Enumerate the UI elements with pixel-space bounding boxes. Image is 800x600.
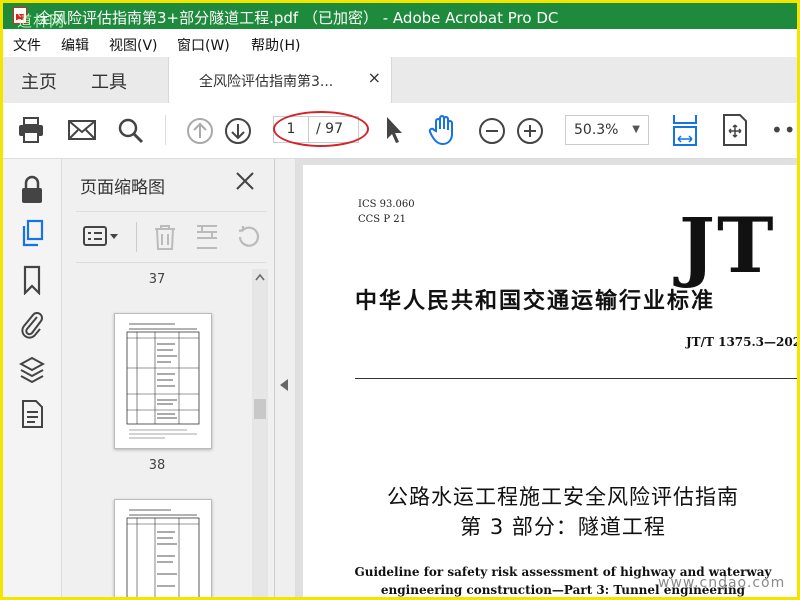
panel-title: 页面缩略图 [80,178,165,198]
toolbar: 1 / 97 50.3% ▼ •• [3,103,797,159]
ics-code: ICS 93.060 [358,199,415,210]
page-thumbnails-icon[interactable] [19,219,45,249]
header-rule [355,378,797,379]
thumbnail-label-37: 37 [148,272,166,287]
menu-bar: 文件 编辑 视图(V) 窗口(W) 帮助(H) [3,29,797,57]
toolbar-separator [165,115,166,145]
attachment-icon[interactable] [19,309,45,341]
collapse-panel-strip[interactable] [275,159,296,597]
bookmark-icon[interactable] [19,265,45,295]
document-view[interactable]: ICS 93.060 CCS P 21 JT 中华人民共和国交通运输行业标准 J… [296,159,800,597]
options-menu-icon[interactable] [82,224,122,250]
next-page-icon[interactable] [224,117,252,145]
collapse-arrow-icon[interactable] [280,379,288,391]
national-standard-title: 中华人民共和国交通运输行业标准 [355,288,716,314]
tab-document[interactable]: 全风险评估指南第3... × [168,57,392,103]
page-thumbnail-39[interactable] [114,499,212,597]
zoom-in-icon[interactable] [516,117,544,145]
document-page: ICS 93.060 CCS P 21 JT 中华人民共和国交通运输行业标准 J… [303,165,800,597]
ccs-code: CCS P 21 [358,214,406,225]
hand-tool-icon[interactable] [427,114,459,146]
zoom-select[interactable]: 50.3% ▼ [565,115,649,145]
thumbnails-panel: 页面缩略图 37 38 [62,159,275,597]
menu-window[interactable]: 窗口(W) [177,35,230,55]
tab-tools[interactable]: 工具 [91,68,127,94]
zoom-out-icon[interactable] [478,117,506,145]
jt-logo: JT [679,201,776,290]
standard-number: JT/T 1375.3—2024 [686,335,800,349]
tab-bar: 主页 工具 全风险评估指南第3... × [3,57,797,104]
scroll-up-icon[interactable] [255,273,265,281]
chinese-title-line-2: 第 3 部分：隧道工程 [460,515,666,539]
email-icon[interactable] [67,118,97,142]
delete-page-icon[interactable] [152,223,178,251]
close-panel-icon[interactable] [234,170,256,192]
thumbnail-scrollbar[interactable] [252,269,268,597]
chevron-down-icon: ▼ [632,124,640,135]
app-window: 道林网 全风险评估指南第3+部分隧道工程.pdf （已加密） - Adobe A… [0,0,800,600]
fit-page-icon[interactable] [670,113,700,147]
tab-home[interactable]: 主页 [21,68,57,94]
more-tools-icon[interactable]: ••• [771,118,797,142]
search-icon[interactable] [117,117,145,145]
thumbnail-toolbar [76,211,266,263]
lock-icon[interactable] [19,175,45,205]
print-icon[interactable] [17,116,45,144]
zoom-value: 50.3% [574,122,619,138]
watermark-bottom: www.cndao.com [658,575,786,591]
tab-document-label: 全风险评估指南第3... [199,74,334,90]
title-bar: 道林网 全风险评估指南第3+部分隧道工程.pdf （已加密） - Adobe A… [3,3,797,30]
thumbnail-toolbar-separator [136,222,137,252]
select-pointer-icon[interactable] [383,115,405,145]
extract-pages-icon[interactable] [194,223,220,251]
thumbnail-label-38: 38 [148,458,166,473]
previous-page-icon[interactable] [186,117,214,145]
thumbnail-table-graphic [126,323,200,439]
page-thumbnail-38[interactable] [114,313,212,449]
menu-view[interactable]: 视图(V) [109,35,158,55]
chinese-title-line-1: 公路水运工程施工安全风险评估指南 [387,485,739,509]
rotate-page-icon[interactable] [234,223,262,251]
left-rail [3,159,62,597]
menu-file[interactable]: 文件 [13,35,41,55]
layers-icon[interactable] [19,355,45,385]
scrollbar-thumb[interactable] [254,399,266,419]
close-tab-icon[interactable]: × [368,68,381,87]
window-title: 全风险评估指南第3+部分隧道工程.pdf （已加密） - Adobe Acrob… [37,9,559,27]
document-properties-icon[interactable] [19,399,45,429]
highlight-ring [273,111,369,147]
read-mode-icon[interactable] [720,113,750,147]
menu-edit[interactable]: 编辑 [61,35,89,55]
menu-help[interactable]: 帮助(H) [251,35,300,55]
thumbnail-table-graphic [126,509,200,597]
